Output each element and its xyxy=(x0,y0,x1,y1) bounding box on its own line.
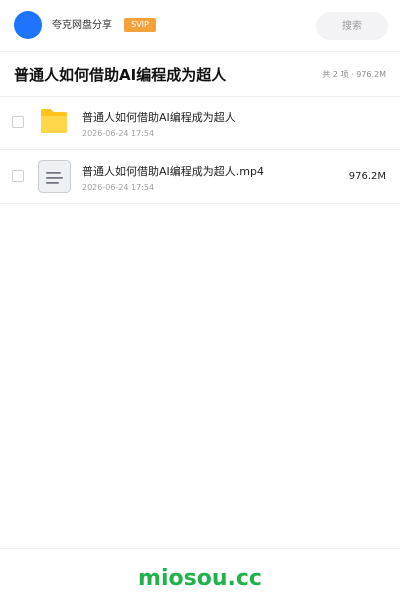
search-input[interactable] xyxy=(316,12,388,40)
site-watermark: miosou.cc xyxy=(138,566,262,591)
share-title-row: 普通人如何借助AI编程成为超人 共 2 项 · 976.2M xyxy=(0,52,400,97)
top-bar: 夸克网盘分享 SVIP xyxy=(0,0,400,52)
file-row-folder[interactable]: 普通人如何借助AI编程成为超人 2026-06-24 17:54 xyxy=(0,96,400,150)
share-page: 夸克网盘分享 SVIP 普通人如何借助AI编程成为超人 共 2 项 · 976.… xyxy=(0,0,400,600)
avatar[interactable] xyxy=(14,11,42,39)
share-summary: 共 2 项 · 976.2M xyxy=(322,70,386,79)
file-name[interactable]: 普通人如何借助AI编程成为超人.mp4 xyxy=(82,165,264,179)
file-size: 976.2M xyxy=(348,171,386,182)
select-checkbox[interactable] xyxy=(12,116,24,128)
footer-banner: miosou.cc xyxy=(0,548,400,600)
file-name[interactable]: 普通人如何借助AI编程成为超人 xyxy=(82,111,236,125)
folder-icon xyxy=(41,109,67,133)
svip-badge: SVIP xyxy=(124,18,156,32)
file-date: 2026-06-24 17:54 xyxy=(82,129,155,138)
select-checkbox[interactable] xyxy=(12,170,24,182)
brand-name: 夸克网盘分享 xyxy=(52,20,112,31)
page-title: 普通人如何借助AI编程成为超人 xyxy=(14,66,227,84)
document-icon xyxy=(38,160,71,193)
file-date: 2026-06-24 17:54 xyxy=(82,183,155,192)
file-row-video[interactable]: 普通人如何借助AI编程成为超人.mp4 2026-06-24 17:54 976… xyxy=(0,150,400,204)
